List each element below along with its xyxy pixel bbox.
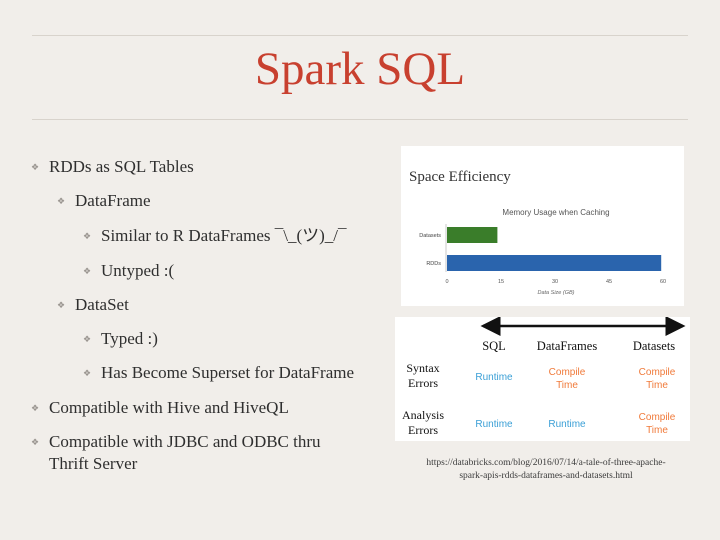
api-comparison-table: SQL DataFrames Datasets Syntax Errors Ru… [395,317,690,441]
bullet-text: DataSet [75,295,129,314]
syntax-datasets-cell-line2: Time [646,380,668,391]
bullet-untyped: ❖ Untyped :( [83,260,175,282]
top-divider [32,35,688,36]
chart-svg: Space Efficiency Memory Usage when Cachi… [409,169,666,296]
column-header-sql: SQL [482,339,506,353]
diamond-bullet-icon: ❖ [83,231,92,241]
source-url-line1[interactable]: https://databricks.com/blog/2016/07/14/a… [426,458,665,468]
row-label-errors: Errors [408,376,438,390]
bullet-jdbc-odbc: ❖ Compatible with JDBC and ODBC thru Thr… [31,431,321,475]
syntax-sql-cell: Runtime [475,372,513,383]
column-header-dataframes: DataFrames [537,339,598,353]
chart-panel-title: Space Efficiency [409,169,511,185]
analysis-datasets-cell-line2: Time [646,425,668,436]
syntax-dataframes-cell: Compile [549,367,586,378]
comparison-svg: SQL DataFrames Datasets Syntax Errors Ru… [402,317,686,437]
bullet-dataset: ❖ DataSet [57,294,129,316]
diamond-bullet-icon: ❖ [83,368,92,378]
syntax-datasets-cell: Compile [639,367,676,378]
bullet-text-continued: Thrift Server [49,454,138,473]
diamond-bullet-icon: ❖ [57,300,66,310]
bullet-text: Compatible with Hive and HiveQL [49,398,289,417]
diamond-bullet-icon: ❖ [31,162,40,172]
bullet-superset: ❖ Has Become Superset for DataFrame [83,362,355,384]
x-tick-label: 30 [552,279,558,285]
bullet-text: DataFrame [75,191,151,210]
space-efficiency-chart: Space Efficiency Memory Usage when Cachi… [401,146,684,306]
x-tick-label: 45 [606,279,612,285]
bullet-text: Similar to R DataFrames ¯\_(ツ)_/¯ [101,226,347,245]
category-label-datasets: Datasets [419,233,441,239]
bullet-text: Untyped :( [101,261,175,280]
bar-rdds [447,255,662,271]
bullet-text: Typed :) [101,329,158,348]
row-label-errors: Errors [408,423,438,437]
title-divider [32,119,688,120]
chart-title: Memory Usage when Caching [502,208,609,217]
x-tick-label: 60 [660,279,666,285]
bullet-rdds-sql-tables: ❖ RDDs as SQL Tables [31,156,194,178]
diamond-bullet-icon: ❖ [57,196,66,206]
bullet-text: RDDs as SQL Tables [49,157,194,176]
analysis-datasets-cell: Compile [639,412,676,423]
category-label-rdds: RDDs [426,261,441,267]
diamond-bullet-icon: ❖ [31,403,40,413]
bullet-similar-r: ❖ Similar to R DataFrames ¯\_(ツ)_/¯ [83,225,347,247]
diamond-bullet-icon: ❖ [83,266,92,276]
column-header-datasets: Datasets [633,339,675,353]
syntax-dataframes-cell-line2: Time [556,380,578,391]
chart-x-axis-label: Data Size (GB) [538,290,575,296]
bullet-text: Compatible with JDBC and ODBC thru [49,432,321,451]
analysis-dataframes-cell: Runtime [548,419,586,430]
diamond-bullet-icon: ❖ [83,334,92,344]
bullet-text: Has Become Superset for DataFrame [101,363,355,382]
x-tick-label: 0 [445,279,448,285]
row-label-syntax: Syntax [406,361,439,375]
bullet-typed: ❖ Typed :) [83,328,158,350]
bullet-hive: ❖ Compatible with Hive and HiveQL [31,397,289,419]
x-tick-label: 15 [498,279,504,285]
slide-title: Spark SQL [254,43,466,95]
bar-datasets [447,227,498,243]
analysis-sql-cell: Runtime [475,419,513,430]
row-label-analysis: Analysis [402,408,444,422]
diamond-bullet-icon: ❖ [31,437,40,447]
bullet-dataframe: ❖ DataFrame [57,190,151,212]
source-url-line2[interactable]: spark-apis-rdds-dataframes-and-datasets.… [459,471,632,481]
source-url[interactable]: https://databricks.com/blog/2016/07/14/a… [396,457,696,483]
